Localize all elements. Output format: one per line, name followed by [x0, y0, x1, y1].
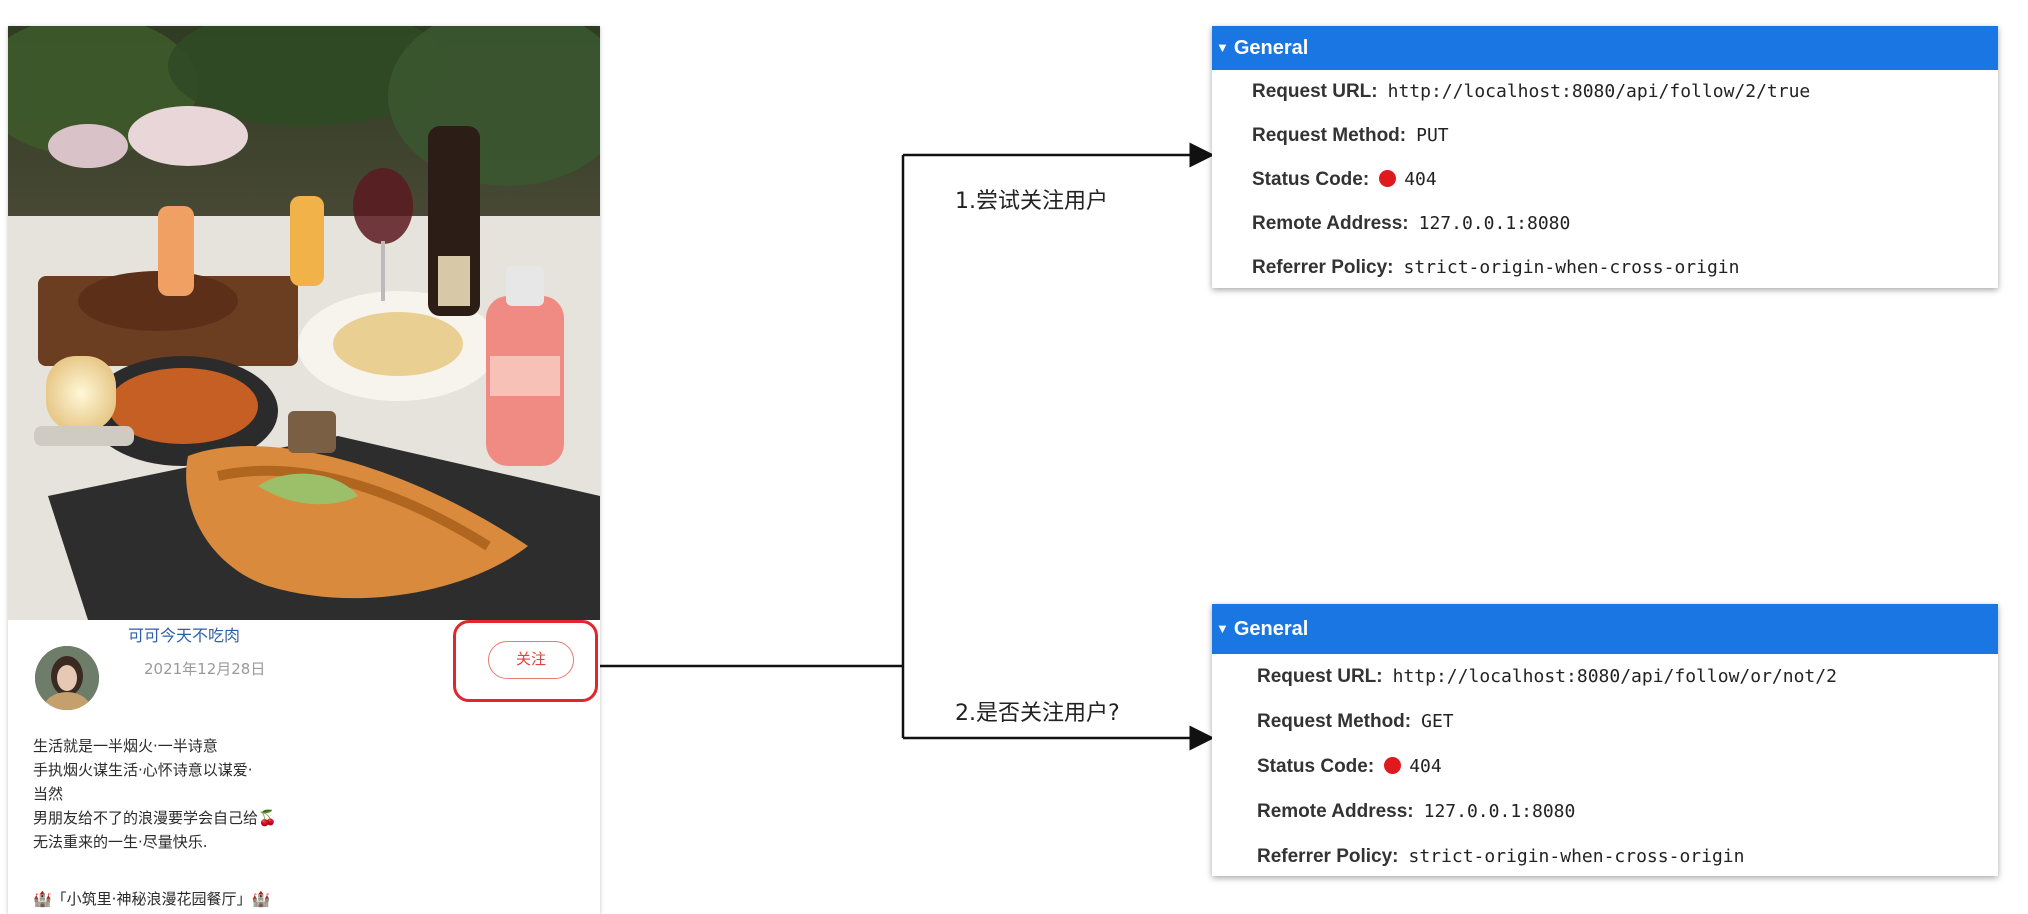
post-line: 男朋友给不了的浪漫要学会自己给🍒 [33, 809, 277, 827]
status-code-value: 404 [1409, 756, 1442, 777]
request-method-value: PUT [1416, 125, 1449, 146]
request-url-row: Request URL: http://localhost:8080/api/fo… [1252, 70, 1998, 114]
triangle-down-icon: ▼ [1216, 621, 1229, 636]
referrer-policy-value: strict-origin-when-cross-origin [1403, 257, 1740, 278]
request-method-label: Request Method: [1257, 711, 1412, 732]
remote-address-row: Remote Address: 127.0.0.1:8080 [1257, 789, 1998, 834]
post-body: 生活就是一半烟火·一半诗意 手执烟火谋生活·心怀诗意以谋爱· 当然 男朋友给不了… [33, 734, 573, 854]
general-header[interactable]: ▼ General [1212, 604, 1998, 654]
remote-address-label: Remote Address: [1252, 213, 1409, 234]
request-url-value[interactable]: http://localhost:8080/api/follow/2/true [1388, 81, 1811, 102]
request-method-label: Request Method: [1252, 125, 1407, 146]
request-method-row: Request Method: PUT [1252, 114, 1998, 158]
request-method-row: Request Method: GET [1257, 699, 1998, 744]
step-2-label: 2.是否关注用户? [955, 701, 1120, 726]
request-method-value: GET [1421, 711, 1454, 732]
triangle-down-icon: ▼ [1216, 40, 1229, 55]
post-line: 当然 [33, 785, 64, 803]
referrer-policy-row: Referrer Policy: strict-origin-when-cross… [1252, 246, 1998, 290]
remote-address-value: 127.0.0.1:8080 [1418, 213, 1571, 234]
post-line: 无法重来的一生·尽量快乐. [33, 833, 208, 851]
request-url-row: Request URL: http://localhost:8080/api/fo… [1257, 654, 1998, 699]
status-code-row: Status Code: 404 [1257, 744, 1998, 789]
remote-address-value: 127.0.0.1:8080 [1423, 801, 1576, 822]
step-1-label: 1.尝试关注用户 [955, 189, 1108, 214]
general-header-label: General [1233, 37, 1309, 59]
request-url-value[interactable]: http://localhost:8080/api/follow/or/not/… [1393, 666, 1837, 687]
follow-button[interactable]: 关注 [488, 641, 574, 679]
referrer-policy-value: strict-origin-when-cross-origin [1408, 846, 1745, 867]
status-code-label: Status Code: [1257, 756, 1375, 777]
remote-address-label: Remote Address: [1257, 801, 1414, 822]
status-code-label: Status Code: [1252, 169, 1370, 190]
referrer-policy-label: Referrer Policy: [1252, 257, 1394, 278]
post-line: 手执烟火谋生活·心怀诗意以谋爱· [33, 761, 253, 779]
author-avatar[interactable] [35, 646, 99, 710]
post-date: 2021年12月28日 [144, 660, 266, 678]
status-code-value: 404 [1404, 169, 1437, 190]
status-code-row: Status Code: 404 [1252, 158, 1998, 202]
network-general-panel-2: ▼ General Request URL: http://localhost:80… [1212, 604, 1998, 876]
general-header[interactable]: ▼ General [1212, 26, 1998, 70]
post-photo[interactable] [8, 26, 600, 620]
post-line: 生活就是一半烟火·一半诗意 [33, 737, 218, 755]
request-url-label: Request URL: [1257, 666, 1383, 687]
author-name[interactable]: 可可今天不吃肉 [128, 622, 240, 646]
status-error-dot-icon [1379, 170, 1397, 187]
referrer-policy-row: Referrer Policy: strict-origin-when-cross… [1257, 834, 1998, 879]
status-error-dot-icon [1384, 757, 1402, 774]
request-url-label: Request URL: [1252, 81, 1378, 102]
general-header-label: General [1233, 618, 1309, 640]
network-general-panel-1: ▼ General Request URL: http://localhost:80… [1212, 26, 1998, 288]
remote-address-row: Remote Address: 127.0.0.1:8080 [1252, 202, 1998, 246]
post-extra-line: 🏰「小筑里·神秘浪漫花园餐厅」🏰 [33, 890, 271, 908]
referrer-policy-label: Referrer Policy: [1257, 846, 1399, 867]
